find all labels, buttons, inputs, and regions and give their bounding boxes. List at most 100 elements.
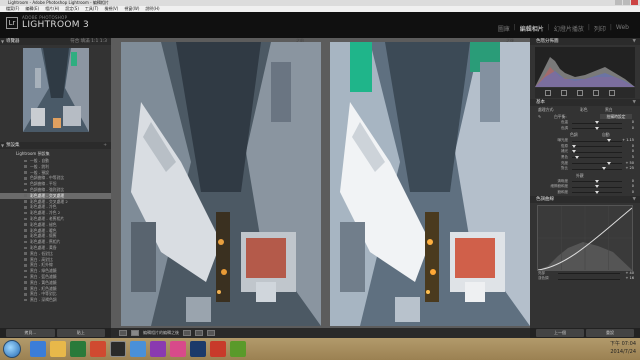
photo-area: 之前 之後 — [111, 38, 530, 328]
chrome-icon[interactable] — [90, 341, 106, 357]
tone-auto-button[interactable]: 自動 — [602, 131, 610, 138]
app4-icon[interactable] — [230, 341, 246, 357]
curve-slider-value[interactable]: + 16 — [626, 276, 635, 282]
basic-title: 基本 — [536, 100, 545, 105]
folder-label: Lightroom 預設集 — [16, 151, 50, 156]
wb-label: 白平衡: — [554, 114, 567, 119]
app-icon[interactable] — [130, 341, 146, 357]
media-icon[interactable] — [70, 341, 86, 357]
crop-tool-icon[interactable] — [545, 90, 551, 96]
slider-knob[interactable] — [595, 185, 599, 189]
slider-knob[interactable] — [602, 167, 606, 171]
module-web[interactable]: Web — [615, 24, 630, 33]
loupe-view-button[interactable] — [119, 330, 127, 336]
wb-select[interactable]: 拍攝時設定 — [600, 114, 632, 119]
explorer-icon[interactable] — [50, 341, 66, 357]
curve-slider-label: 淺色調 — [538, 276, 549, 281]
tone-curve-graph — [537, 205, 633, 271]
right-panel: 色階分佈圖 ▼ 基本 ▼ 處理方式: 彩色 黑白 ✎ 白平衡: 拍攝時設定 色溫… — [530, 38, 640, 330]
maximize-button[interactable] — [623, 0, 630, 5]
red-eye-icon[interactable] — [577, 90, 583, 96]
slider-knob[interactable] — [572, 150, 576, 154]
after-city-image — [330, 42, 530, 326]
curve-slider-row: 淺色調 + 16 — [530, 276, 640, 282]
slider-track[interactable] — [572, 163, 622, 165]
histogram-graph — [535, 57, 635, 87]
slider-track[interactable] — [572, 151, 622, 153]
windows-taskbar: 下午 07:04 2014/7/24 — [0, 338, 640, 360]
lightroom-taskbar-icon[interactable] — [110, 341, 126, 357]
ie-icon[interactable] — [30, 341, 46, 357]
curve-title: 色調曲線 — [536, 196, 554, 202]
tone-curve[interactable] — [537, 204, 633, 271]
app3-icon[interactable] — [170, 341, 186, 357]
preset-folder[interactable]: Lightroom 預設集 — [0, 151, 111, 157]
module-library[interactable]: 圖庫 — [497, 24, 511, 33]
preset-item[interactable]: 黑白 - 深褐色調 — [0, 297, 111, 303]
curve-header[interactable]: 色調曲線 ▼ — [530, 195, 640, 203]
collapse-triangle-icon: ▼ — [632, 100, 636, 105]
app2-icon[interactable] — [150, 341, 166, 357]
copy-after-to-before-button[interactable] — [207, 330, 215, 336]
module-picker: 圖庫 | 編輯相片 | 幻燈片播放 | 列印 | Web — [497, 24, 630, 33]
slider-knob[interactable] — [607, 161, 611, 165]
photoshop-icon[interactable] — [190, 341, 206, 357]
minimize-button[interactable] — [615, 0, 622, 5]
treatment-row: 處理方式: 彩色 黑白 — [530, 106, 640, 113]
slider-track[interactable] — [572, 157, 622, 159]
navigator-thumbnail[interactable] — [22, 48, 89, 132]
slider-knob[interactable] — [595, 190, 599, 194]
develop-toolbar: 編輯相片的編輯之後 — [111, 328, 530, 338]
tone-row: 色調 自動 — [530, 131, 640, 138]
collapse-triangle-icon: ▼ — [632, 39, 636, 44]
curve-slider-track[interactable] — [558, 278, 620, 280]
module-develop[interactable]: 編輯相片 — [519, 24, 545, 33]
clock-date: 2014/7/24 — [610, 349, 636, 355]
treatment-color-option[interactable]: 彩色 — [580, 106, 588, 113]
slider-track[interactable] — [572, 168, 622, 170]
slider-track[interactable] — [572, 140, 622, 142]
histogram-header[interactable]: 色階分佈圖 ▼ — [530, 38, 640, 45]
before-after-view-button[interactable] — [131, 330, 139, 336]
zoom-options[interactable]: 符合 填滿 1:1 1:3 — [70, 38, 107, 45]
slider-knob[interactable] — [595, 121, 599, 124]
presence-row: 外觀 — [530, 172, 640, 179]
white-balance-row: ✎ 白平衡: 拍攝時設定 — [530, 113, 640, 120]
module-print[interactable]: 列印 — [593, 24, 607, 33]
paste-settings-button[interactable]: 貼上 — [56, 329, 105, 337]
add-preset-icon[interactable]: + — [103, 142, 107, 149]
start-button[interactable] — [3, 340, 21, 358]
swap-before-after-button[interactable] — [183, 330, 191, 336]
slider-knob[interactable] — [595, 126, 599, 130]
graduated-filter-icon[interactable] — [593, 90, 599, 96]
previous-settings-button[interactable]: 上一個 — [536, 329, 584, 337]
slider-knob[interactable] — [575, 155, 579, 159]
reset-button[interactable]: 重設 — [586, 329, 634, 337]
presets-title: 預設集 — [6, 143, 20, 148]
collapse-triangle-icon: ▼ — [632, 196, 636, 202]
pdf-icon[interactable] — [210, 341, 226, 357]
slider-track[interactable] — [572, 146, 622, 148]
system-clock[interactable]: 下午 07:04 2014/7/24 — [610, 340, 636, 356]
tone-label: 色調 — [570, 132, 578, 138]
slider-knob[interactable] — [607, 139, 611, 143]
adjustment-brush-icon[interactable] — [609, 90, 615, 96]
slider-knob[interactable] — [595, 179, 599, 183]
basic-header[interactable]: 基本 ▼ — [530, 99, 640, 106]
navigator-header[interactable]: ▼ 導覽器 符合 填滿 1:1 1:3 — [0, 38, 111, 45]
eyedropper-icon[interactable]: ✎ — [538, 113, 541, 120]
module-slideshow[interactable]: 幻燈片播放 — [553, 24, 585, 33]
tool-strip — [535, 88, 635, 98]
slider-knob[interactable] — [572, 144, 576, 148]
spot-removal-icon[interactable] — [561, 90, 567, 96]
clock-time: 下午 07:04 — [610, 341, 636, 347]
presets-header[interactable]: ▼ 預設集 + — [0, 142, 111, 149]
after-photo[interactable] — [330, 42, 530, 326]
treatment-bw-option[interactable]: 黑白 — [605, 106, 613, 113]
curve-slider-track[interactable] — [558, 273, 620, 275]
right-bottom-buttons: 上一個 重設 — [530, 328, 640, 338]
before-photo[interactable] — [121, 42, 321, 326]
close-button[interactable] — [631, 0, 638, 5]
copy-before-to-after-button[interactable] — [195, 330, 203, 336]
copy-settings-button[interactable]: 拷貝... — [6, 329, 55, 337]
